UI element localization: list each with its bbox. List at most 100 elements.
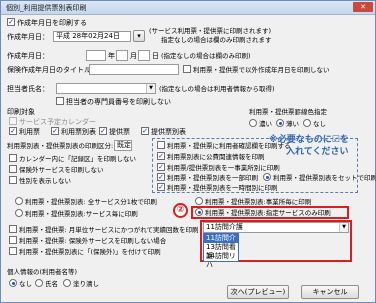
- option-label: 性別を表示しない: [19, 177, 71, 185]
- title-bar: 個別_利用提供票別表印刷 ✕: [1, 1, 375, 15]
- dropdown-option[interactable]: 11訪問介護: [204, 234, 238, 251]
- option-label: 利用票別表に公費関連情報を印刷: [167, 153, 265, 161]
- calendar-button[interactable]: ▾: [133, 30, 145, 42]
- print-date-checkbox[interactable]: ✓ 作成年月日を印刷する: [7, 18, 87, 28]
- cancel-button[interactable]: キャンセル: [301, 285, 359, 299]
- radio-specific-service[interactable]: 利用票・提供票別表:指定サービスのみ印刷: [195, 208, 331, 218]
- option-right-4[interactable]: ✓ 利用票・提供票別表を一部印刷: [157, 173, 258, 183]
- checkbox-icon: [9, 176, 17, 184]
- radio-label: 利用票・提供票別表をセットで印刷: [273, 174, 376, 182]
- checkbox-icon: [9, 236, 17, 244]
- option-label: 利用票・提供票別表を一時間別に印刷: [167, 184, 278, 192]
- plan-year-input[interactable]: [86, 50, 106, 61]
- next-preview-button[interactable]: 次へ(プレビュー): [227, 285, 289, 299]
- service-calendar-checkbox[interactable]: サービス予定カレンダー: [9, 117, 96, 127]
- radio-label: 利用票・提供票別表: 全サービス分1枚で印刷: [25, 198, 157, 206]
- checkbox-icon: ✓: [157, 152, 165, 160]
- radio-icon: [263, 173, 271, 181]
- fill-color-label: 薄い: [286, 120, 299, 128]
- radio-set-print[interactable]: 利用票・提供票別表をセットで印刷: [263, 173, 376, 183]
- subtitle-checkbox[interactable]: 利用票・提供票で以外作成年月日を印刷しない: [183, 65, 330, 75]
- care-manager-select[interactable]: ▼: [56, 83, 156, 94]
- option-right-2[interactable]: ✓ 利用票別表に公費関連情報を印刷: [157, 152, 265, 162]
- checkbox-icon: [9, 165, 17, 173]
- option-label: 利用票・提供票に利用者確認欄を印刷する: [167, 142, 291, 150]
- radio-icon: [249, 119, 257, 127]
- checkbox-icon: ✓: [51, 127, 59, 135]
- radio-icon: [195, 208, 203, 216]
- close-icon[interactable]: ✕: [353, 2, 373, 12]
- checkbox-icon: [183, 65, 191, 73]
- radio-label: 利用票・提供票別表:指定サービスのみ印刷: [205, 209, 331, 217]
- option-left-2[interactable]: 保険外サービスを印刷しない: [9, 165, 104, 175]
- target-teikyohyo-betsu[interactable]: ✓ 提供票別表: [141, 127, 186, 137]
- care-manager-note: (指定なしの場合は利用者情報から取得): [159, 85, 275, 93]
- checkbox-icon: [9, 117, 17, 125]
- radio-icon: [276, 119, 284, 127]
- radio-label: 利用票・提供票別表:事業所毎に印刷: [205, 198, 312, 206]
- checkbox-icon: [157, 141, 165, 149]
- bottom-option-2[interactable]: 利用票・提供票: 保険外サービスを印刷しない場合: [9, 236, 166, 246]
- subtitle-input[interactable]: [89, 64, 179, 75]
- target-riyohyo[interactable]: ✓ 利用票: [9, 127, 40, 137]
- radio-label: 氏名: [45, 280, 58, 288]
- checkbox-icon: [9, 225, 17, 233]
- option-left-1[interactable]: カレンダー内に「記録区」を印刷しない: [9, 154, 136, 164]
- plan-month-input[interactable]: [116, 50, 128, 61]
- checkbox-icon: ✓: [7, 18, 15, 26]
- option-right-5[interactable]: ✓ 利用票・提供票別表を一時間別に印刷: [157, 183, 278, 193]
- plan-day-input[interactable]: [138, 50, 150, 61]
- target-teikyohyo[interactable]: ✓ 提供票: [99, 127, 130, 137]
- radio-all-services[interactable]: 利用票・提供票別表: 全サービス分1枚で印刷: [15, 197, 157, 207]
- print-date-input[interactable]: 平成 28年02月24日: [53, 31, 131, 42]
- fill-color-dark[interactable]: 濃い: [249, 119, 272, 129]
- radio-label: 利用票・提供票別表:サービス毎に印刷: [25, 210, 138, 218]
- radio-icon: [15, 209, 23, 217]
- option-right-3[interactable]: ✓ 利用票/提供票別表を一事業所別に印刷: [157, 163, 280, 173]
- care-manager-checkbox[interactable]: 担当者の専門員番号を印刷しない: [56, 97, 171, 107]
- chevron-down-icon: ▼: [339, 223, 348, 232]
- dropdown-option[interactable]: 14訪問リハ: [204, 252, 238, 269]
- period-label: 利用票別表・提供票別表の印刷区分:: [7, 142, 114, 150]
- target-label: 提供票: [109, 128, 130, 136]
- target-label: 利用票: [19, 128, 40, 136]
- service-dropdown-list: 11訪問介護 13訪問看護 14訪問リハ: [203, 233, 239, 269]
- fill-color-none[interactable]: なし: [303, 119, 326, 129]
- service-select[interactable]: 11訪問介護 ▼: [203, 222, 349, 233]
- radio-icon: [35, 279, 43, 287]
- period-select[interactable]: 既定: [114, 140, 132, 151]
- fill-color-heading: 利用票・提供票罫線色指定: [249, 108, 327, 116]
- print-date-label: 作成年月日：: [7, 33, 49, 41]
- chevron-down-icon: ▼: [146, 84, 155, 93]
- period-select-value: 既定: [117, 141, 131, 149]
- care-manager-checkbox-label: 担当者の専門員番号を印刷しない: [66, 98, 171, 106]
- option-label: 利用票・提供票別表に「(保険外)」を付けて印刷: [19, 248, 161, 256]
- checkbox-icon: [9, 154, 17, 162]
- radio-per-service[interactable]: 利用票・提供票別表:サービス毎に印刷: [15, 209, 138, 219]
- bottom-option-3[interactable]: 利用票・提供票別表に「(保険外)」を付けて印刷: [9, 247, 161, 257]
- plan-day-unit: 日: [152, 52, 159, 60]
- bottom-option-1[interactable]: 利用票・提供票: 月単位サービスにかつがれて実績回数を印刷: [9, 225, 199, 235]
- plan-date-label: 作成年月日：: [7, 52, 49, 60]
- checkbox-icon: [56, 97, 64, 105]
- option-label: 保険外サービスを印刷しない: [19, 166, 104, 174]
- option-right-1[interactable]: 利用票・提供票に利用者確認欄を印刷する: [157, 141, 291, 151]
- plan-month-unit: 月: [130, 52, 137, 60]
- target-riyohyo-betsu[interactable]: ✓ 利用票別表: [51, 127, 96, 137]
- plan-date-note: (指定なしの場合は欄のみ印刷): [161, 52, 251, 60]
- radio-icon: [15, 197, 23, 205]
- option-label: 利用票・提供票: 保険外サービスを印刷しない場合: [19, 237, 167, 245]
- personal-info-none[interactable]: なし: [9, 279, 32, 289]
- fill-color-light[interactable]: 薄い: [276, 119, 299, 129]
- option-label: 利用票・提供票別表を一部印刷: [167, 174, 258, 182]
- personal-info-name[interactable]: 氏名: [35, 279, 58, 289]
- radio-icon: [63, 279, 71, 287]
- radio-label: 塗り潰し: [73, 280, 99, 288]
- dropdown-option[interactable]: 13訪問看護: [204, 243, 238, 260]
- personal-info-heading: 個人情報の(利用者名等): [7, 268, 78, 276]
- personal-info-fill[interactable]: 塗り潰し: [63, 279, 99, 289]
- option-left-3[interactable]: 性別を表示しない: [9, 176, 71, 186]
- checkbox-icon: ✓: [157, 173, 165, 181]
- checkbox-icon: ✓: [99, 127, 107, 135]
- radio-label: なし: [19, 280, 32, 288]
